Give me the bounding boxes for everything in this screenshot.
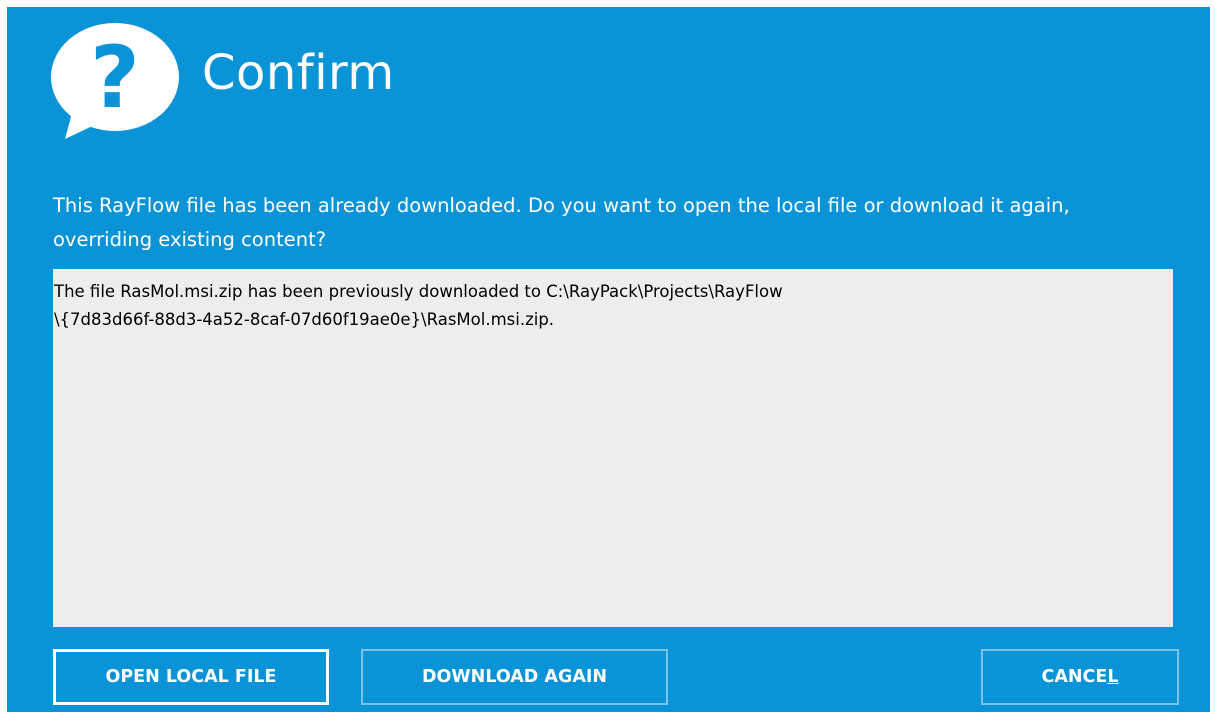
cancel-label-main: CANCE (1041, 667, 1108, 687)
open-local-file-button[interactable]: OPEN LOCAL FILE (53, 649, 329, 705)
question-bubble-icon: ? (51, 21, 191, 141)
svg-text:?: ? (90, 28, 140, 128)
cancel-button[interactable]: CANCEL (981, 649, 1179, 705)
details-textbox[interactable]: The file RasMol.msi.zip has been previou… (53, 269, 1173, 627)
cancel-label-mnemonic: L (1107, 667, 1119, 687)
download-again-label: DOWNLOAD AGAIN (421, 667, 608, 687)
dialog-title: Confirm (202, 45, 395, 101)
cancel-label: CANCEL (1042, 667, 1119, 687)
dialog-message: This RayFlow file has been already downl… (53, 194, 1070, 251)
details-text: The file RasMol.msi.zip has been previou… (54, 282, 783, 329)
confirm-dialog: ? Confirm This RayFlow file has been alr… (7, 7, 1210, 712)
open-local-file-label: OPEN LOCAL FILE (105, 667, 277, 687)
download-again-button[interactable]: DOWNLOAD AGAIN (361, 649, 668, 705)
